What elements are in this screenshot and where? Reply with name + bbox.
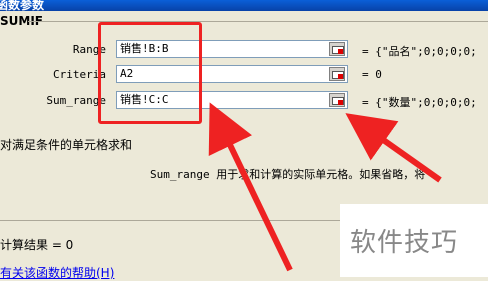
watermark-overlay: 软件技巧	[340, 204, 488, 277]
arrow-to-highlight	[208, 102, 293, 272]
arrow-to-result	[345, 113, 442, 183]
watermark-text: 软件技巧	[350, 228, 459, 258]
